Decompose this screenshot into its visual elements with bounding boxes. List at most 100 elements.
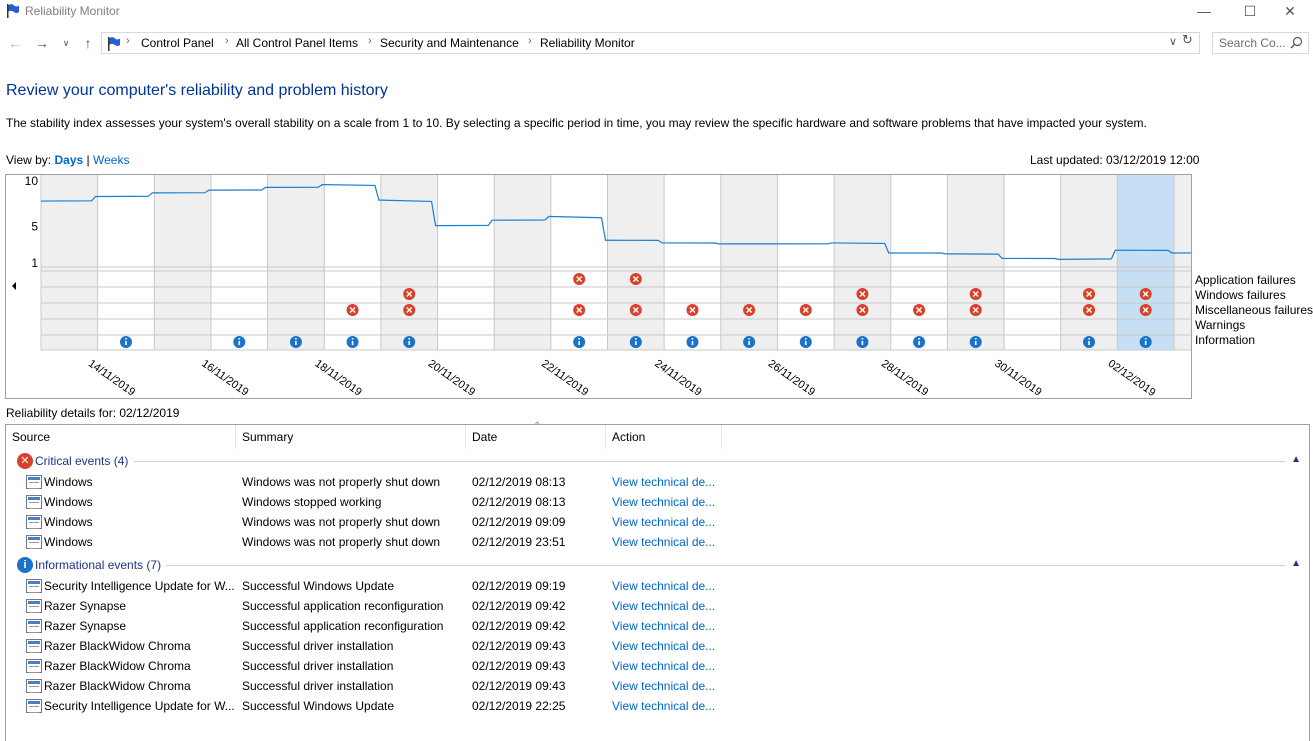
table-row[interactable]: Razer BlackWidow Chroma Successful driver… [6, 676, 1309, 696]
table-row[interactable]: Windows Windows was not properly shut dow… [6, 512, 1309, 532]
breadcrumb-reliability-monitor[interactable]: Reliability Monitor [540, 36, 635, 50]
chevron-right-icon[interactable]: › [528, 35, 532, 47]
day-column[interactable] [1117, 175, 1174, 350]
day-column[interactable] [834, 175, 891, 350]
cell-date: 02/12/2019 09:42 [472, 619, 566, 633]
collapse-chevron-icon[interactable]: ▲ [1291, 454, 1301, 465]
day-column[interactable] [1004, 175, 1061, 350]
group-header[interactable]: ✕ Critical events (4) ▲ [6, 451, 1309, 471]
back-arrow-icon[interactable]: ← [6, 33, 24, 53]
date-label: 28/11/2019 [879, 358, 930, 398]
forward-arrow-icon[interactable]: → [33, 33, 51, 53]
address-dropdown-icon[interactable]: ∨ [1169, 35, 1177, 48]
table-row[interactable]: Windows Windows was not properly shut dow… [6, 532, 1309, 552]
legend-information: Information [1195, 333, 1256, 347]
legend-windows-failures: Windows failures [1195, 288, 1286, 302]
view-weeks-link[interactable]: Weeks [93, 153, 129, 167]
view-technical-details-link[interactable]: View technical de... [612, 659, 722, 673]
address-bar[interactable]: › Control Panel › All Control Panel Item… [101, 32, 1200, 54]
column-summary[interactable]: Summary [236, 425, 466, 449]
day-column[interactable] [494, 175, 551, 350]
table-row[interactable]: Security Intelligence Update for W... Suc… [6, 576, 1309, 596]
group-header[interactable]: i Informational events (7) ▲ [6, 555, 1309, 575]
scroll-left-icon[interactable] [12, 282, 16, 290]
cell-date: 02/12/2019 09:19 [472, 579, 566, 593]
breadcrumb-control-panel[interactable]: Control Panel [141, 36, 214, 50]
cell-date: 02/12/2019 09:43 [472, 679, 566, 693]
close-button[interactable]: ✕ [1267, 0, 1313, 24]
column-source[interactable]: Source [6, 425, 236, 449]
minimize-button[interactable]: — [1181, 0, 1227, 24]
chevron-right-icon[interactable]: › [225, 35, 229, 47]
view-technical-details-link[interactable]: View technical de... [612, 579, 722, 593]
day-column[interactable] [777, 175, 835, 350]
table-row[interactable]: Razer BlackWidow Chroma Successful driver… [6, 656, 1309, 676]
table-row[interactable]: Security Intelligence Update for W... Suc… [6, 696, 1309, 716]
reliability-chart[interactable]: 10 5 1 14/11/2019 16/11/2019 18/11/2019 20/11/… [5, 174, 1192, 399]
table-row[interactable]: Windows Windows stopped working 02/12/2019… [6, 492, 1309, 512]
view-technical-details-link[interactable]: View technical de... [612, 515, 722, 529]
up-arrow-icon[interactable]: ↑ [79, 33, 97, 53]
cell-source: Windows [44, 535, 93, 549]
refresh-icon[interactable]: ↻ [1182, 32, 1198, 48]
column-action[interactable]: Action [606, 425, 722, 449]
date-label: 30/11/2019 [992, 358, 1043, 398]
view-technical-details-link[interactable]: View technical de... [612, 619, 722, 633]
view-technical-details-link[interactable]: View technical de... [612, 599, 722, 613]
breadcrumb-security-maintenance[interactable]: Security and Maintenance [380, 36, 519, 50]
search-icon [1290, 36, 1303, 49]
day-column[interactable] [720, 175, 778, 350]
day-column[interactable] [154, 175, 211, 350]
day-column[interactable] [607, 175, 665, 350]
chevron-right-icon[interactable]: › [126, 35, 130, 47]
day-column[interactable] [550, 175, 608, 350]
error-icon: ✕ [17, 453, 33, 469]
day-column[interactable] [267, 175, 325, 350]
day-column[interactable] [437, 175, 495, 350]
collapse-chevron-icon[interactable]: ▲ [1291, 558, 1301, 569]
view-days-link[interactable]: Days [54, 153, 83, 167]
chevron-right-icon[interactable]: › [368, 35, 372, 47]
cell-date: 02/12/2019 23:51 [472, 535, 566, 549]
search-placeholder: Search Co... [1219, 36, 1286, 50]
application-window-icon [26, 495, 42, 509]
day-column[interactable] [664, 175, 721, 350]
cell-date: 02/12/2019 09:42 [472, 599, 566, 613]
date-label: 14/11/2019 [86, 358, 137, 398]
info-i-icon [408, 341, 411, 345]
date-label: 20/11/2019 [426, 358, 477, 398]
info-dot-icon [351, 338, 354, 340]
application-window-icon [26, 475, 42, 489]
info-dot-icon [691, 338, 694, 340]
breadcrumb-all-items[interactable]: All Control Panel Items [236, 36, 358, 50]
info-dot-icon [125, 338, 127, 340]
cell-source: Windows [44, 475, 93, 489]
day-column[interactable] [1174, 175, 1191, 350]
table-row[interactable]: Windows Windows was not properly shut dow… [6, 472, 1309, 492]
view-by-label: View by: [6, 153, 52, 167]
day-column[interactable] [1060, 175, 1118, 350]
day-column[interactable] [210, 175, 268, 350]
search-input[interactable]: Search Co... [1212, 32, 1309, 54]
day-column[interactable] [890, 175, 948, 350]
view-by: View by: Days | Weeks [6, 153, 129, 167]
view-technical-details-link[interactable]: View technical de... [612, 699, 722, 713]
day-column[interactable] [324, 175, 381, 350]
info-dot-icon [974, 338, 977, 340]
day-column[interactable] [947, 175, 1005, 350]
table-row[interactable]: Razer Synapse Successful application reco… [6, 596, 1309, 616]
table-row[interactable]: Razer BlackWidow Chroma Successful driver… [6, 636, 1309, 656]
info-dot-icon [748, 338, 750, 340]
cell-summary: Successful application reconfiguration [242, 619, 444, 633]
cell-summary: Windows was not properly shut down [242, 515, 441, 529]
cell-summary: Windows stopped working [242, 495, 382, 509]
view-technical-details-link[interactable]: View technical de... [612, 639, 722, 653]
view-technical-details-link[interactable]: View technical de... [612, 495, 722, 509]
view-technical-details-link[interactable]: View technical de... [612, 679, 722, 693]
day-column[interactable] [97, 175, 155, 350]
recent-locations-chevron-icon[interactable]: ∨ [60, 33, 72, 53]
view-technical-details-link[interactable]: View technical de... [612, 535, 722, 549]
table-row[interactable]: Razer Synapse Successful application reco… [6, 616, 1309, 636]
scroll-left-area[interactable] [6, 175, 40, 398]
view-technical-details-link[interactable]: View technical de... [612, 475, 722, 489]
